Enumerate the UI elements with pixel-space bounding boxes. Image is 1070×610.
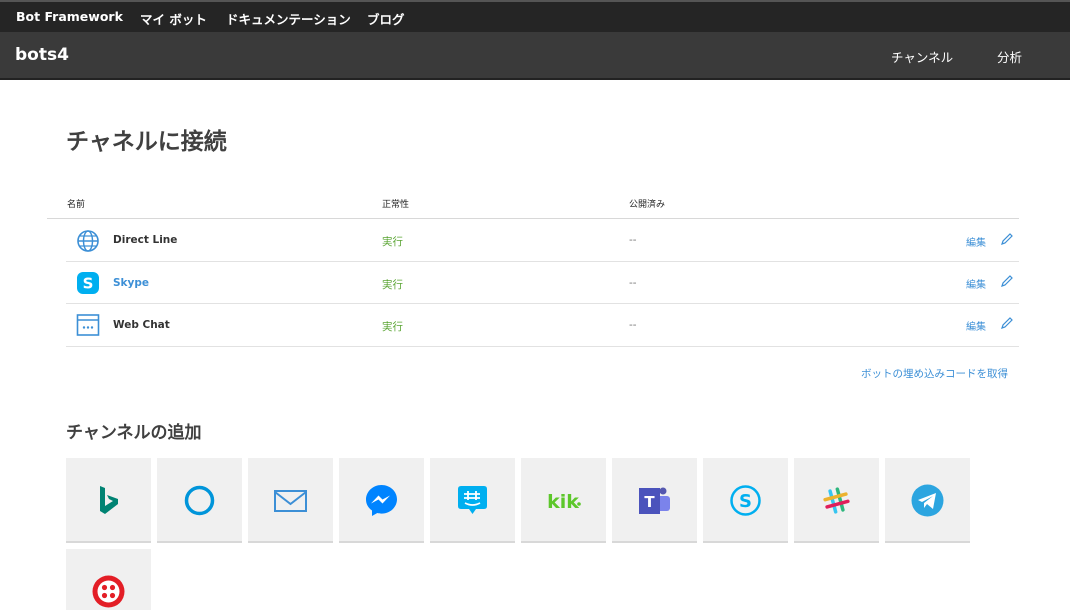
- table-header-divider: [47, 218, 1019, 219]
- svg-text:kik: kik: [547, 491, 579, 513]
- add-channel-title: チャンネルの追加: [66, 423, 202, 443]
- column-header-name: 名前: [67, 200, 86, 210]
- kik-icon: kik: [547, 491, 581, 513]
- nav-documentation[interactable]: ドキュメンテーション: [226, 9, 351, 28]
- channel-tile-telegram[interactable]: [885, 458, 970, 543]
- svg-text:S: S: [739, 491, 752, 512]
- status-text: 実行: [382, 236, 403, 248]
- channel-tile-skype[interactable]: S: [703, 458, 788, 543]
- cortana-icon: [184, 485, 215, 516]
- channel-tile-kik[interactable]: kik: [521, 458, 606, 543]
- column-header-published: 公開済み: [629, 200, 666, 210]
- channel-name-link[interactable]: Skype: [113, 277, 149, 289]
- channel-tile-bing[interactable]: [66, 458, 151, 543]
- channel-tile-email[interactable]: [248, 458, 333, 543]
- channel-tile-slack[interactable]: [794, 458, 879, 543]
- teams-icon: T: [639, 487, 670, 514]
- email-icon: [274, 490, 307, 512]
- channel-tile-teams[interactable]: T: [612, 458, 697, 543]
- svg-text:T: T: [644, 493, 655, 511]
- published-value: --: [629, 277, 637, 289]
- embed-code-link[interactable]: ボットの埋め込みコードを取得: [861, 366, 1008, 381]
- channel-name: Direct Line: [113, 234, 178, 246]
- nav-my-bots[interactable]: マイ ボット: [140, 9, 207, 28]
- row-divider: [66, 261, 1019, 262]
- twilio-icon: [92, 575, 125, 608]
- published-value: --: [629, 234, 637, 246]
- messenger-icon: [366, 485, 397, 516]
- bot-header-bar: bots4 チャンネル 分析: [0, 32, 1070, 80]
- status-text: 実行: [382, 279, 403, 291]
- web-chat-icon: [76, 314, 100, 336]
- page-title: チャネルに接続: [66, 129, 227, 155]
- skype-icon: S: [730, 485, 761, 516]
- channel-name: Web Chat: [113, 319, 170, 331]
- pencil-icon[interactable]: [1000, 232, 1014, 246]
- edit-link[interactable]: 編集: [966, 318, 986, 333]
- channel-tile-cortana[interactable]: [157, 458, 242, 543]
- channel-tile-twilio[interactable]: [66, 549, 151, 610]
- row-divider: [66, 346, 1019, 347]
- channel-tile-messenger[interactable]: [339, 458, 424, 543]
- skype-icon: S: [77, 272, 99, 294]
- tab-channels[interactable]: チャンネル: [891, 47, 953, 66]
- telegram-icon: [911, 484, 944, 517]
- channel-tile-groupme[interactable]: [430, 458, 515, 543]
- edit-link[interactable]: 編集: [966, 234, 986, 249]
- tab-analytics[interactable]: 分析: [997, 47, 1022, 66]
- groupme-icon: [458, 486, 487, 514]
- published-value: --: [629, 319, 637, 331]
- row-divider: [66, 303, 1019, 304]
- column-header-health: 正常性: [382, 200, 410, 210]
- pencil-icon[interactable]: [1000, 316, 1014, 330]
- brand-link[interactable]: Bot Framework: [16, 9, 123, 24]
- globe-icon: [77, 230, 99, 252]
- nav-blog[interactable]: ブログ: [367, 9, 405, 28]
- status-text: 実行: [382, 321, 403, 333]
- top-nav-bar: Bot Framework マイ ボット ドキュメンテーション ブログ: [0, 0, 1070, 32]
- bot-name: bots4: [15, 45, 69, 65]
- pencil-icon[interactable]: [1000, 274, 1014, 288]
- svg-text:S: S: [83, 275, 94, 293]
- edit-link[interactable]: 編集: [966, 276, 986, 291]
- bing-icon: [100, 486, 118, 514]
- slack-icon: [823, 487, 850, 514]
